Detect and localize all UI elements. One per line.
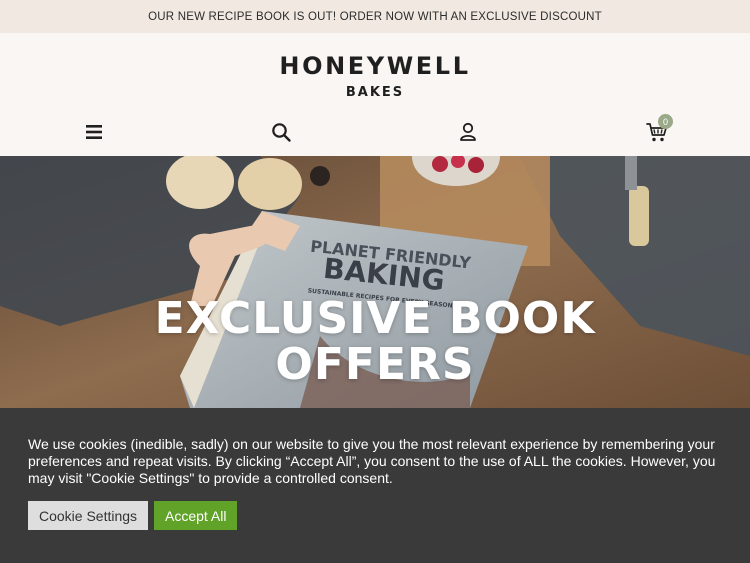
cookie-banner: We use cookies (inedible, sadly) on our … xyxy=(0,408,750,563)
cookie-consent-text: We use cookies (inedible, sadly) on our … xyxy=(28,436,716,486)
hero-title-line1: EXCLUSIVE BOOK xyxy=(154,293,596,344)
hero-title-line2: OFFERS xyxy=(275,339,475,390)
menu-icon[interactable] xyxy=(82,120,106,144)
site-header: HONEYWELL BAKES 0 xyxy=(0,33,750,156)
cart-count-badge: 0 xyxy=(658,114,673,129)
hero-title: EXCLUSIVE BOOK OFFERS xyxy=(0,296,750,388)
announcement-text: OUR NEW RECIPE BOOK IS OUT! ORDER NOW WI… xyxy=(148,10,602,23)
search-icon[interactable] xyxy=(269,120,293,144)
accept-all-button[interactable]: Accept All xyxy=(154,501,238,530)
cookie-settings-button[interactable]: Cookie Settings xyxy=(28,501,149,530)
cart-icon[interactable]: 0 xyxy=(645,114,673,144)
user-icon[interactable] xyxy=(456,120,480,144)
brand-logo[interactable]: HONEYWELL xyxy=(0,52,750,80)
announcement-bar[interactable]: OUR NEW RECIPE BOOK IS OUT! ORDER NOW WI… xyxy=(0,0,750,33)
hero-banner[interactable]: PLANET FRIENDLY BAKING SUSTAINABLE RECIP… xyxy=(0,156,750,408)
brand-logo-subtitle[interactable]: BAKES xyxy=(0,85,750,100)
